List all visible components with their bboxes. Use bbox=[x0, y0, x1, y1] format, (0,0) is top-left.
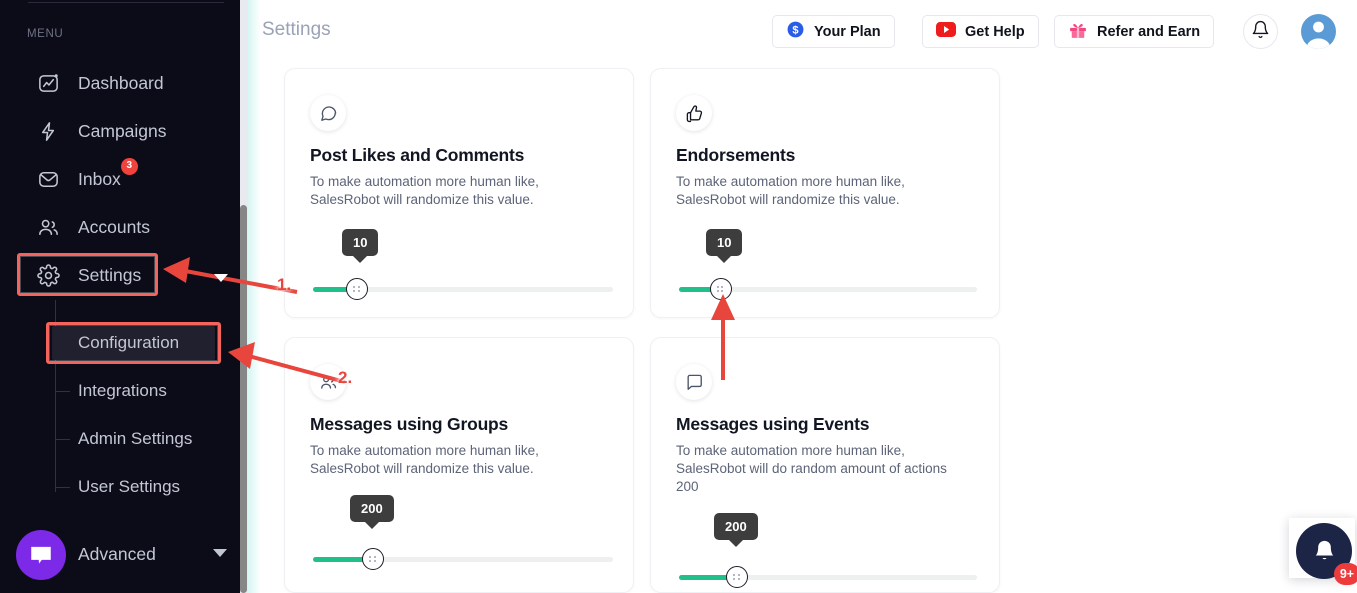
users-icon bbox=[36, 215, 61, 240]
sidebar-item-label: Settings bbox=[78, 265, 141, 286]
chat-bubble-icon[interactable] bbox=[16, 530, 66, 580]
card-endorsements: Endorsements To make automation more hum… bbox=[650, 68, 1000, 318]
settings-configuration-page: MENU Dashboard Campaigns bbox=[0, 0, 1357, 593]
sidebar-item-label: Campaigns bbox=[78, 121, 167, 142]
card-description: To make automation more human like, Sale… bbox=[310, 442, 600, 478]
refer-and-earn-button[interactable]: Refer and Earn bbox=[1054, 15, 1214, 48]
card-title: Messages using Groups bbox=[310, 414, 508, 435]
card-description: To make automation more human like, Sale… bbox=[676, 442, 966, 496]
sidebar-item-settings[interactable]: Settings bbox=[0, 254, 248, 296]
dollar-coin-icon: $ bbox=[786, 20, 805, 43]
sidebar-scrollbar-track[interactable] bbox=[240, 0, 248, 593]
card-messages-using-events: Messages using Events To make automation… bbox=[650, 337, 1000, 593]
notification-bell-button[interactable] bbox=[1243, 14, 1278, 49]
sidebar-item-label: Dashboard bbox=[78, 73, 164, 94]
topbar: Settings $ Your Plan Get Help bbox=[248, 0, 1357, 64]
submenu-tree-branch bbox=[55, 391, 70, 392]
slider-handle[interactable] bbox=[710, 278, 732, 300]
refer-and-earn-label: Refer and Earn bbox=[1097, 24, 1200, 40]
sidebar-item-advanced[interactable]: Advanced bbox=[78, 544, 156, 565]
submenu-tree-branch bbox=[55, 439, 70, 440]
sidebar: MENU Dashboard Campaigns bbox=[0, 0, 248, 593]
sidebar-item-label: Accounts bbox=[78, 217, 150, 238]
handle-grip-icon bbox=[369, 556, 377, 562]
page-title: Settings bbox=[262, 19, 331, 41]
lightning-icon bbox=[36, 119, 61, 144]
comment-bubble-icon bbox=[310, 95, 346, 131]
sidebar-scrollbar-thumb[interactable] bbox=[240, 205, 247, 593]
chevron-down-icon[interactable] bbox=[213, 549, 227, 557]
dashboard-icon bbox=[36, 71, 61, 96]
notification-count-badge: 9+ bbox=[1334, 563, 1357, 585]
handle-grip-icon bbox=[733, 574, 741, 580]
handle-grip-icon bbox=[717, 286, 725, 292]
gear-icon bbox=[36, 263, 61, 288]
submenu-tree-branch bbox=[55, 487, 70, 488]
sidebar-item-admin-settings[interactable]: Admin Settings bbox=[78, 429, 192, 449]
slider-value-tooltip: 200 bbox=[714, 513, 758, 540]
submenu-label: Integrations bbox=[78, 381, 167, 400]
slider-handle[interactable] bbox=[726, 566, 748, 588]
youtube-icon bbox=[936, 22, 956, 41]
sidebar-item-configuration[interactable]: Configuration bbox=[78, 333, 179, 353]
sidebar-item-label: Inbox 3 bbox=[78, 169, 121, 190]
sidebar-menu-label: MENU bbox=[27, 28, 63, 40]
bell-icon bbox=[1251, 20, 1270, 44]
user-avatar[interactable] bbox=[1301, 14, 1336, 49]
get-help-label: Get Help bbox=[965, 24, 1025, 40]
card-title: Post Likes and Comments bbox=[310, 145, 524, 166]
get-help-button[interactable]: Get Help bbox=[922, 15, 1039, 48]
sidebar-item-integrations[interactable]: Integrations bbox=[78, 381, 167, 401]
main-left-edge-gradient bbox=[248, 0, 261, 593]
svg-text:$: $ bbox=[792, 24, 798, 36]
floating-notification-widget[interactable]: 9+ bbox=[1294, 521, 1356, 583]
submenu-label: Admin Settings bbox=[78, 429, 192, 448]
slider-handle[interactable] bbox=[362, 548, 384, 570]
card-description: To make automation more human like, Sale… bbox=[310, 173, 600, 209]
slider-track[interactable] bbox=[679, 575, 977, 580]
inbox-unread-badge: 3 bbox=[121, 158, 138, 175]
your-plan-button[interactable]: $ Your Plan bbox=[772, 15, 895, 48]
card-description: To make automation more human like, Sale… bbox=[676, 173, 966, 209]
submenu-label: User Settings bbox=[78, 477, 180, 496]
sidebar-divider bbox=[28, 2, 224, 3]
card-title: Messages using Events bbox=[676, 414, 869, 435]
card-messages-using-groups: Messages using Groups To make automation… bbox=[284, 337, 634, 593]
thumbs-up-icon bbox=[676, 95, 712, 131]
slider-track[interactable] bbox=[313, 557, 613, 562]
slider-value-tooltip: 10 bbox=[342, 229, 378, 256]
sidebar-item-user-settings[interactable]: User Settings bbox=[78, 477, 180, 497]
group-people-icon bbox=[310, 364, 346, 400]
submenu-label: Configuration bbox=[78, 333, 179, 352]
inbox-icon bbox=[36, 167, 61, 192]
sidebar-item-text: Inbox bbox=[78, 169, 121, 189]
main-content: Settings $ Your Plan Get Help bbox=[248, 0, 1357, 593]
your-plan-label: Your Plan bbox=[814, 24, 881, 40]
card-title: Endorsements bbox=[676, 145, 795, 166]
gift-icon bbox=[1068, 20, 1088, 44]
message-square-icon bbox=[676, 364, 712, 400]
slider-value-tooltip: 10 bbox=[706, 229, 742, 256]
sidebar-item-inbox[interactable]: Inbox 3 bbox=[0, 158, 248, 200]
sidebar-item-accounts[interactable]: Accounts bbox=[0, 206, 248, 248]
handle-grip-icon bbox=[353, 286, 361, 292]
sidebar-item-dashboard[interactable]: Dashboard bbox=[0, 62, 248, 104]
card-post-likes-and-comments: Post Likes and Comments To make automati… bbox=[284, 68, 634, 318]
slider-handle[interactable] bbox=[346, 278, 368, 300]
sidebar-item-campaigns[interactable]: Campaigns bbox=[0, 110, 248, 152]
slider-value-tooltip: 200 bbox=[350, 495, 394, 522]
